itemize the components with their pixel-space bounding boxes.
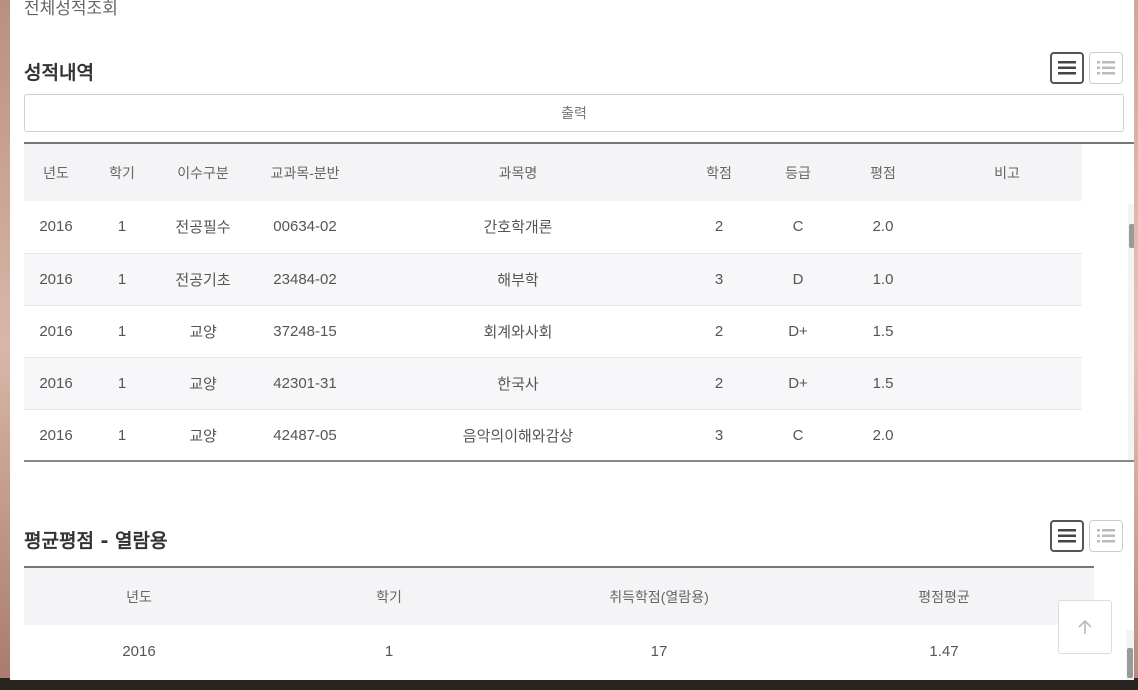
grades-header-row: 년도 학기 이수구분 교과목-분반 과목명 학점 등급 평점 비고 bbox=[24, 144, 1082, 201]
table-cell: D bbox=[792, 270, 804, 288]
avg-grid-view-button[interactable] bbox=[1089, 520, 1123, 552]
column-header: 취득학점(열람용) bbox=[609, 588, 709, 605]
average-table-container: 년도 학기 취득학점(열람용) 평점평균 2016 1 17 1.47 bbox=[24, 566, 1094, 676]
table-cell bbox=[932, 357, 1082, 409]
table-cell: D+ bbox=[788, 374, 808, 392]
table-cell bbox=[932, 201, 1082, 253]
table-cell: 37248-15 bbox=[273, 322, 337, 340]
table-cell: 간호학개론 bbox=[483, 219, 553, 237]
table-cell bbox=[932, 305, 1082, 357]
scroll-top-button[interactable] bbox=[1058, 600, 1112, 654]
column-header: 평점 bbox=[870, 164, 896, 181]
table-cell: 음악의이해와감상 bbox=[462, 427, 574, 445]
list-view-icon bbox=[1058, 61, 1076, 75]
column-header: 과목명 bbox=[498, 164, 538, 181]
table-cell: C bbox=[792, 218, 804, 236]
grid-view-icon bbox=[1097, 529, 1115, 543]
page-title: 전체성적조회 bbox=[24, 0, 118, 19]
table-row[interactable]: 2016 1 교양 42301-31 한국사 2 D+ 1.5 bbox=[24, 357, 1082, 409]
grades-table: 년도 학기 이수구분 교과목-분반 과목명 학점 등급 평점 비고 2016 1 전공필수 00634… bbox=[24, 144, 1082, 460]
average-table: 년도 학기 취득학점(열람용) 평점평균 2016 1 17 1.47 bbox=[24, 568, 1094, 676]
grid-view-button[interactable] bbox=[1089, 52, 1123, 84]
table-row[interactable]: 2016 1 교양 37248-15 회계와사회 2 D+ 1.5 bbox=[24, 305, 1082, 357]
column-header: 학기 bbox=[376, 588, 402, 605]
table-cell: 2 bbox=[714, 218, 724, 236]
table-cell: 42301-31 bbox=[273, 374, 337, 392]
table-cell: 1.5 bbox=[872, 374, 894, 392]
column-header: 년도 bbox=[126, 588, 152, 605]
table-cell bbox=[932, 253, 1082, 305]
table-cell: 교양 bbox=[189, 375, 217, 393]
table-cell: 1.47 bbox=[929, 642, 959, 660]
table-cell: 2.0 bbox=[872, 426, 894, 444]
column-header: 교과목-분반 bbox=[270, 164, 340, 181]
table-cell: 1 bbox=[117, 322, 127, 340]
table-cell: 전공기초 bbox=[175, 271, 231, 289]
table-cell: 회계와사회 bbox=[483, 323, 553, 341]
table-cell: 23484-02 bbox=[273, 270, 337, 288]
table-cell: 교양 bbox=[189, 323, 217, 341]
grid-view-icon bbox=[1097, 61, 1115, 75]
table-cell: 2016 bbox=[39, 374, 73, 392]
table-cell: 교양 bbox=[189, 427, 217, 445]
table-cell: 2.0 bbox=[872, 218, 894, 236]
page-scrollbar[interactable] bbox=[1126, 630, 1134, 680]
avg-list-view-button[interactable] bbox=[1050, 520, 1084, 552]
table-row[interactable]: 2016 1 전공필수 00634-02 간호학개론 2 C 2.0 bbox=[24, 201, 1082, 253]
table-cell: C bbox=[792, 426, 804, 444]
table-cell: 3 bbox=[714, 270, 724, 288]
grades-scrollbar[interactable] bbox=[1128, 204, 1134, 460]
table-cell: 17 bbox=[650, 642, 668, 660]
table-cell: 2016 bbox=[39, 322, 73, 340]
table-cell: 1 bbox=[117, 218, 127, 236]
table-cell: 전공필수 bbox=[175, 219, 231, 237]
table-cell: 1 bbox=[117, 374, 127, 392]
table-cell: 2016 bbox=[39, 218, 73, 236]
column-header: 학기 bbox=[109, 164, 135, 181]
column-header: 평점평균 bbox=[918, 588, 970, 605]
table-cell: 2 bbox=[714, 374, 724, 392]
table-cell: 1.0 bbox=[872, 270, 894, 288]
table-cell: 00634-02 bbox=[273, 218, 337, 236]
table-row[interactable]: 2016 1 교양 42487-05 음악의이해와감상 3 C 2.0 bbox=[24, 409, 1082, 460]
table-cell: 1 bbox=[117, 270, 127, 288]
average-view-toggles bbox=[1050, 520, 1123, 552]
table-cell: 42487-05 bbox=[273, 426, 337, 444]
table-cell: 해부학 bbox=[497, 271, 539, 289]
column-header: 학점 bbox=[706, 164, 732, 181]
table-row[interactable]: 2016 1 전공기초 23484-02 해부학 3 D 1.0 bbox=[24, 253, 1082, 305]
average-section-title: 평균평점 - 열람용 bbox=[24, 530, 168, 552]
table-cell: 2016 bbox=[39, 270, 73, 288]
column-header: 등급 bbox=[785, 164, 811, 181]
table-cell: 1 bbox=[384, 642, 394, 660]
average-header-row: 년도 학기 취득학점(열람용) 평점평균 bbox=[24, 568, 1094, 625]
grade-panel: 전체성적조회 성적내역 출력 년도 학기 이수구분 교과목-분반 과목명 학점 … bbox=[10, 0, 1134, 680]
table-cell: 한국사 bbox=[497, 375, 539, 393]
grades-table-container: 년도 학기 이수구분 교과목-분반 과목명 학점 등급 평점 비고 2016 1 전공필수 00634… bbox=[24, 142, 1134, 462]
table-cell: 2016 bbox=[39, 426, 73, 444]
table-cell: 3 bbox=[714, 426, 724, 444]
grades-section-title: 성적내역 bbox=[24, 62, 94, 84]
list-view-button[interactable] bbox=[1050, 52, 1084, 84]
column-header: 비고 bbox=[994, 164, 1020, 181]
page-scrollbar-thumb[interactable] bbox=[1127, 648, 1133, 678]
grades-view-toggles bbox=[1050, 52, 1123, 84]
table-cell: 1 bbox=[117, 426, 127, 444]
list-view-icon bbox=[1058, 529, 1076, 543]
column-header: 이수구분 bbox=[177, 164, 229, 181]
arrow-up-icon bbox=[1078, 619, 1092, 634]
table-cell: 1.5 bbox=[872, 322, 894, 340]
table-cell bbox=[932, 409, 1082, 460]
table-cell: 2016 bbox=[122, 642, 156, 660]
table-row[interactable]: 2016 1 17 1.47 bbox=[24, 625, 1094, 676]
table-cell: D+ bbox=[788, 322, 808, 340]
grades-scrollbar-thumb[interactable] bbox=[1129, 224, 1134, 248]
print-button[interactable]: 출력 bbox=[24, 94, 1124, 132]
column-header: 년도 bbox=[43, 164, 69, 181]
table-cell: 2 bbox=[714, 322, 724, 340]
